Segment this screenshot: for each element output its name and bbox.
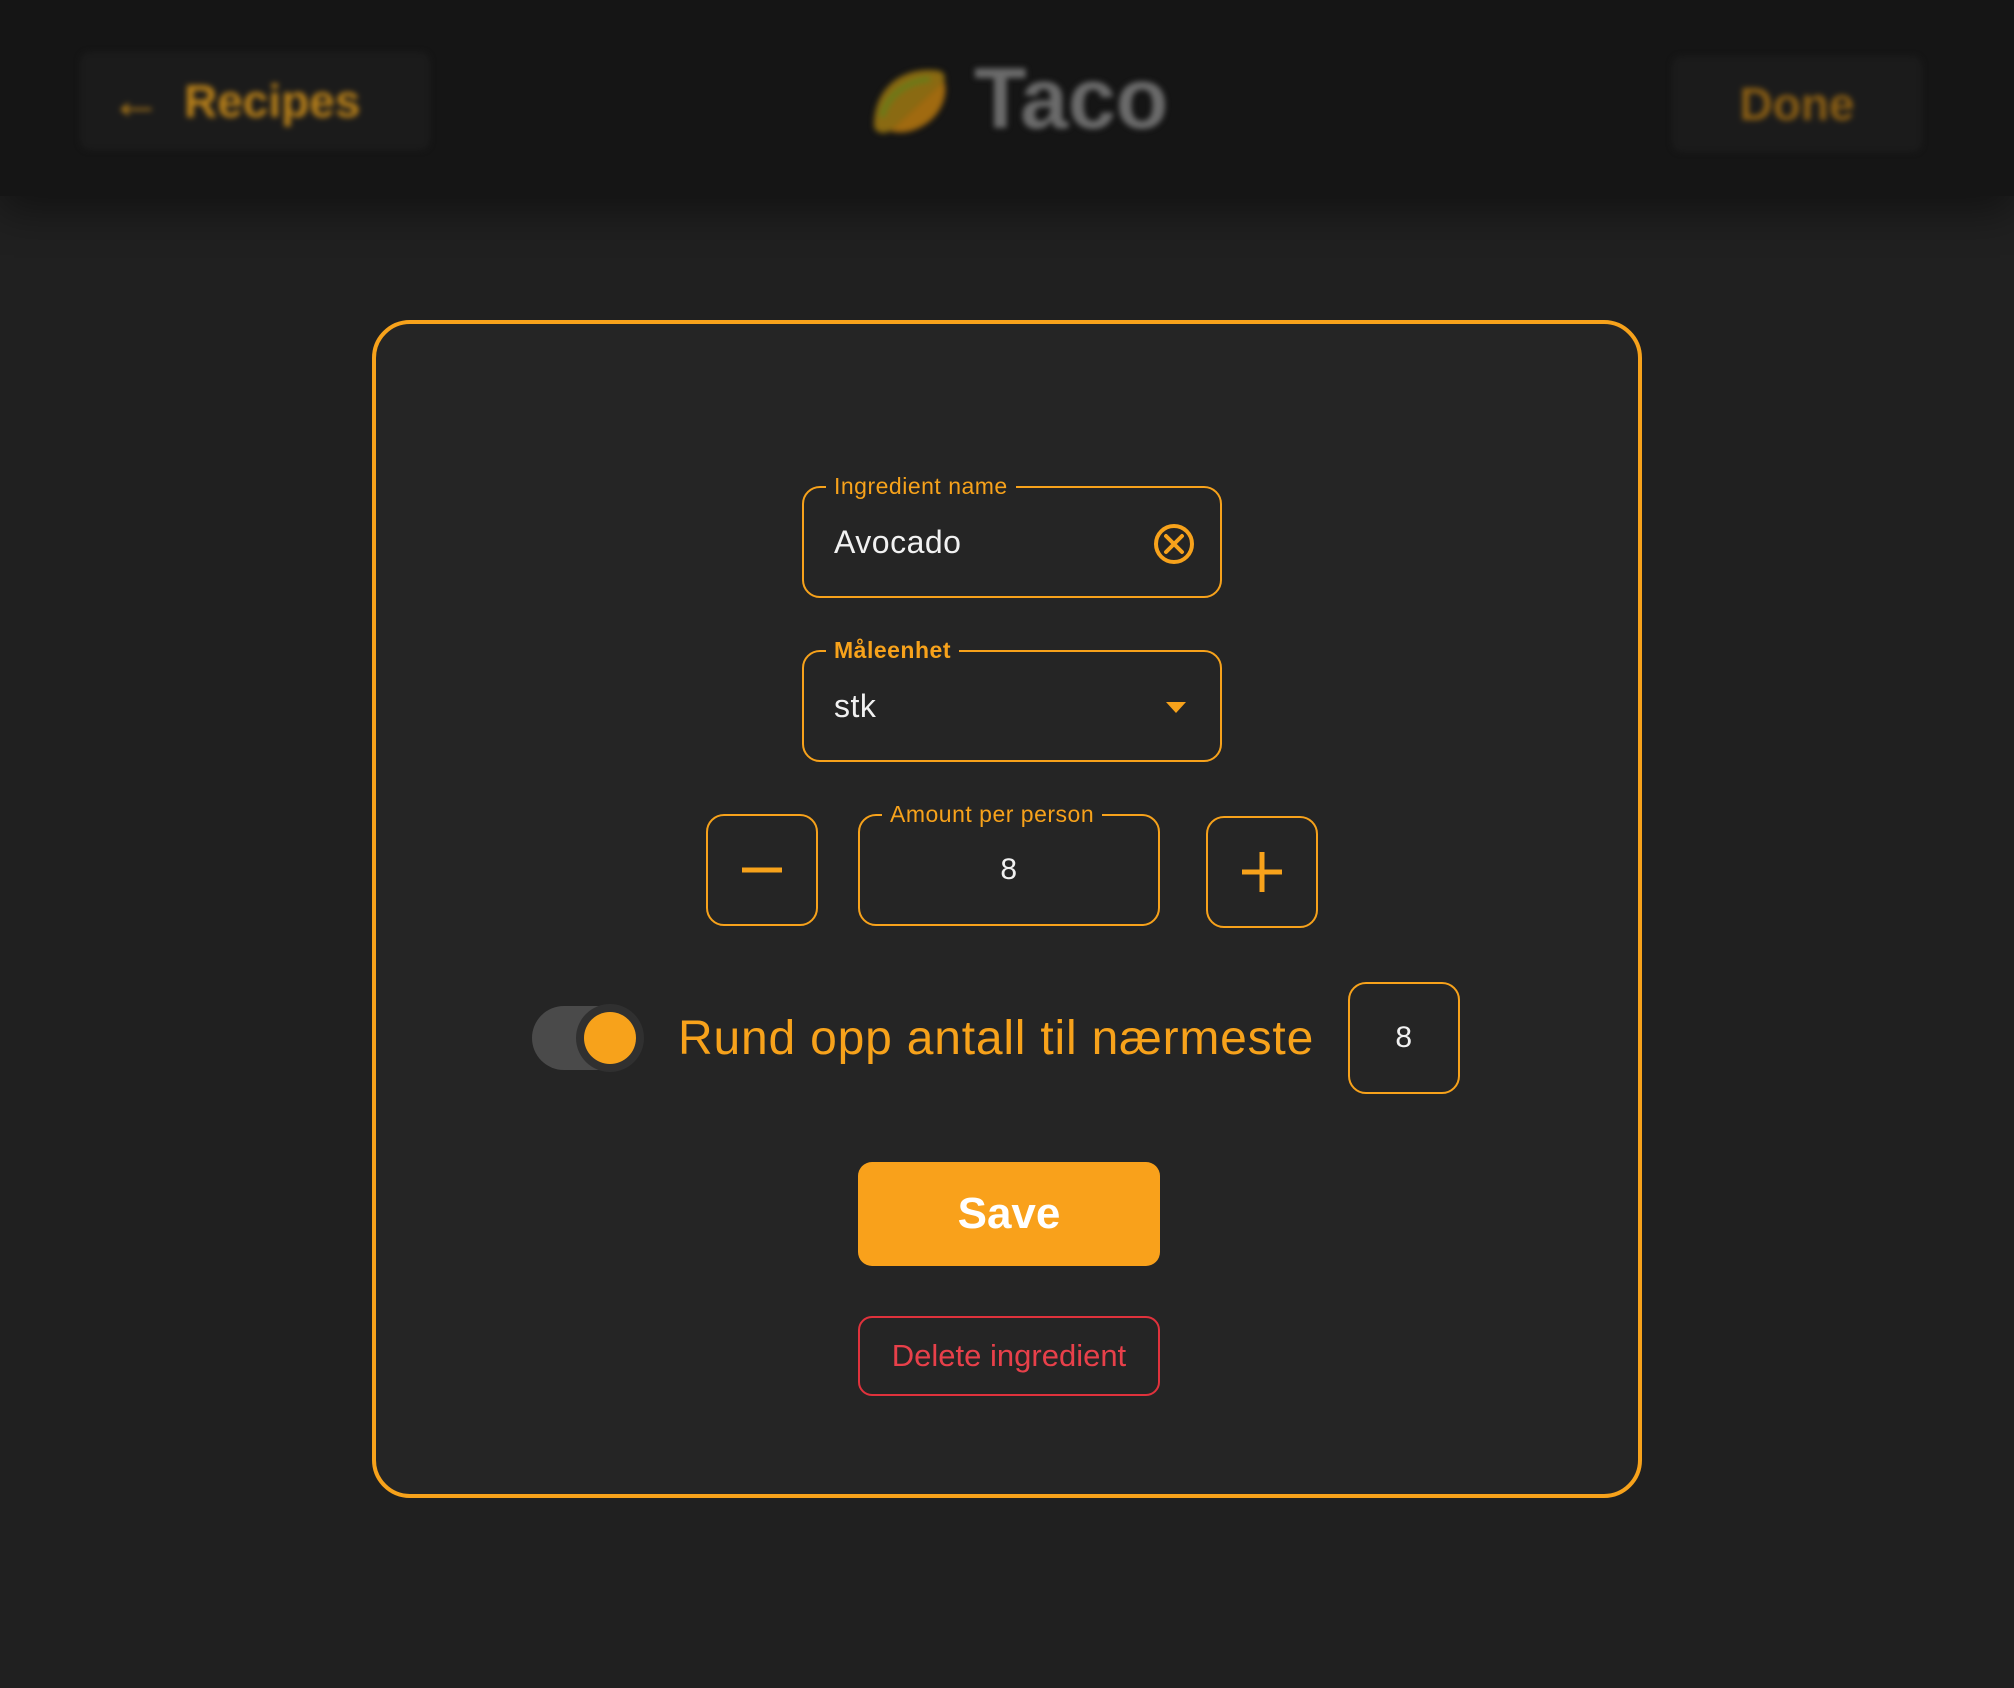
minus-icon: [742, 867, 782, 873]
round-up-label: Rund opp antall til nærmeste: [678, 1011, 1315, 1065]
top-nav-content: ← Recipes Taco Done: [0, 0, 2014, 196]
save-button[interactable]: Save: [858, 1162, 1160, 1266]
unit-select[interactable]: Måleenhet stk: [802, 635, 1222, 762]
ingredient-name-value[interactable]: Avocado: [834, 488, 961, 596]
top-nav-bar: ← Recipes Taco Done: [0, 0, 2014, 196]
amount-per-person-value[interactable]: 8: [860, 816, 1158, 924]
save-button-label: Save: [957, 1189, 1061, 1238]
done-button[interactable]: Done: [1672, 56, 1922, 152]
ingredient-name-field[interactable]: Ingredient name Avocado: [802, 471, 1222, 598]
back-to-recipes-button[interactable]: ← Recipes: [80, 52, 430, 150]
done-button-label: Done: [1739, 78, 1855, 130]
increment-amount-button[interactable]: [1206, 816, 1318, 928]
brand-title: Taco: [974, 50, 1169, 147]
edit-ingredient-card: Ingredient name Avocado Måleenhet stk Am…: [372, 320, 1642, 1498]
arrow-left-icon: ←: [110, 72, 162, 130]
taco-icon: [874, 70, 946, 133]
close-circle-icon[interactable]: [1152, 522, 1196, 566]
unit-value: stk: [834, 687, 877, 724]
back-button-label: Recipes: [184, 75, 361, 127]
delete-button-label: Delete ingredient: [891, 1338, 1127, 1373]
caret-down-icon[interactable]: [1166, 702, 1186, 713]
amount-per-person-field[interactable]: Amount per person 8: [858, 799, 1160, 926]
plus-icon: [1242, 852, 1282, 892]
toggle-thumb: [576, 1004, 644, 1072]
decrement-amount-button[interactable]: [706, 814, 818, 926]
round-up-toggle[interactable]: [532, 1004, 644, 1072]
round-up-value[interactable]: 8: [1350, 984, 1458, 1092]
round-up-value-field[interactable]: 8: [1348, 982, 1460, 1094]
app-brand: Taco: [860, 44, 1168, 154]
delete-ingredient-button[interactable]: Delete ingredient: [858, 1316, 1160, 1396]
